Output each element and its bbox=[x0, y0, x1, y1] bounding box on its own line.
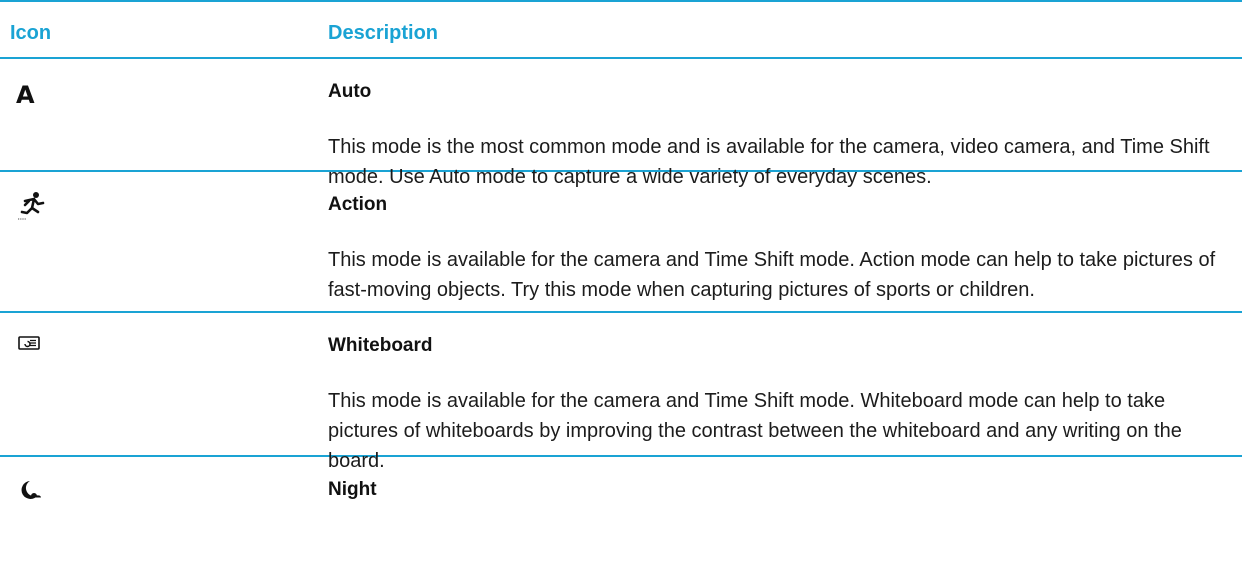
column-header-description: Description bbox=[328, 22, 439, 44]
night-moon-icon bbox=[16, 475, 52, 511]
mode-description: This mode is available for the camera an… bbox=[328, 249, 1216, 301]
table-row: Action This mode is available for the ca… bbox=[0, 172, 1242, 313]
mode-title: Action bbox=[328, 194, 388, 215]
mode-title: Night bbox=[328, 479, 377, 500]
table-row: A Auto This mode is the most common mode… bbox=[0, 59, 1242, 188]
table-row: Night bbox=[0, 457, 1242, 517]
auto-letter-icon: A bbox=[16, 81, 35, 109]
camera-modes-table: Icon Description A Auto This mode is the… bbox=[0, 0, 1242, 517]
whiteboard-icon bbox=[16, 331, 52, 367]
table-row: Whiteboard This mode is available for th… bbox=[0, 313, 1242, 472]
mode-title: Whiteboard bbox=[328, 335, 433, 356]
running-person-icon bbox=[16, 190, 52, 226]
column-header-icon: Icon bbox=[10, 22, 52, 44]
table-header: Icon Description bbox=[0, 0, 1242, 59]
mode-title: Auto bbox=[328, 81, 372, 102]
